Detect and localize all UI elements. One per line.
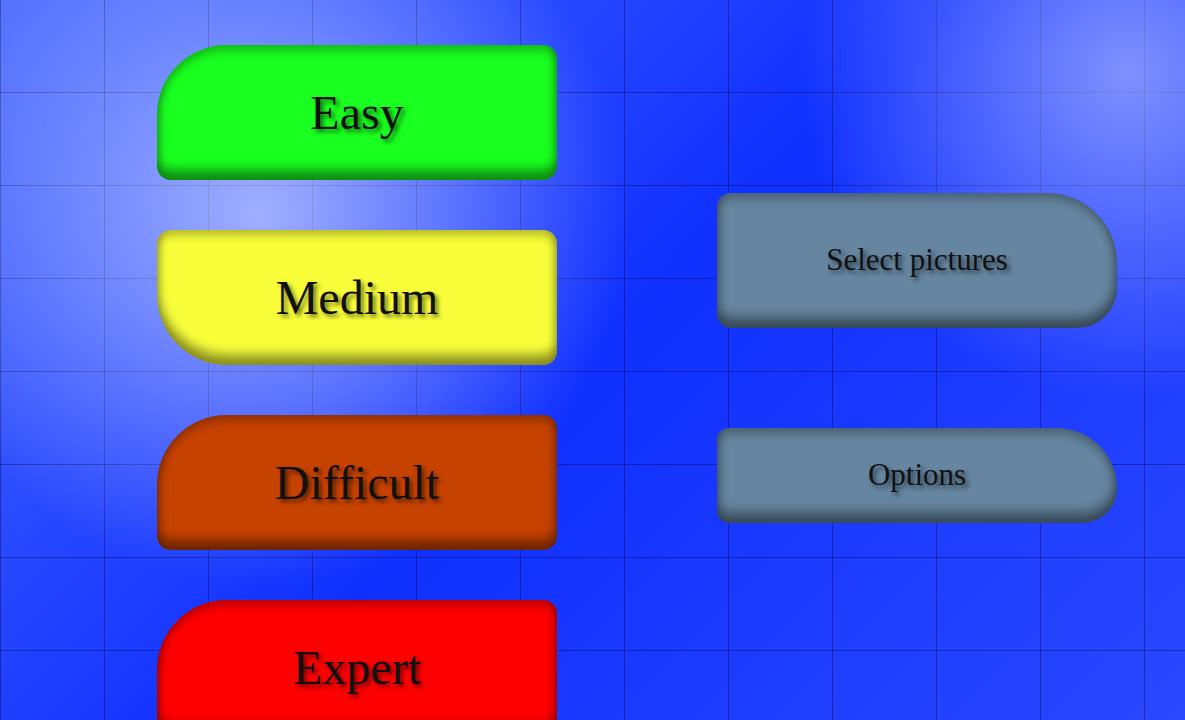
difficulty-button[interactable]: Medium [157,230,557,365]
difficulty-button[interactable]: Difficult [157,415,557,550]
button-label: Select pictures [826,237,1008,284]
button-label: Medium [276,262,439,334]
difficulty-button[interactable]: Expert [157,600,557,720]
game-menu: Easy Medium Difficult Expert Select pictures… [0,0,1185,720]
difficulty-column: Easy Medium Difficult Expert [0,0,557,720]
options-column: Select pictures Options [557,0,1117,720]
menu-button[interactable]: Options [717,428,1117,523]
button-label: Difficult [275,447,439,519]
button-label: Expert [293,632,421,704]
button-label: Easy [310,77,403,149]
menu-button[interactable]: Select pictures [717,193,1117,328]
button-label: Options [868,452,966,499]
difficulty-button[interactable]: Easy [157,45,557,180]
